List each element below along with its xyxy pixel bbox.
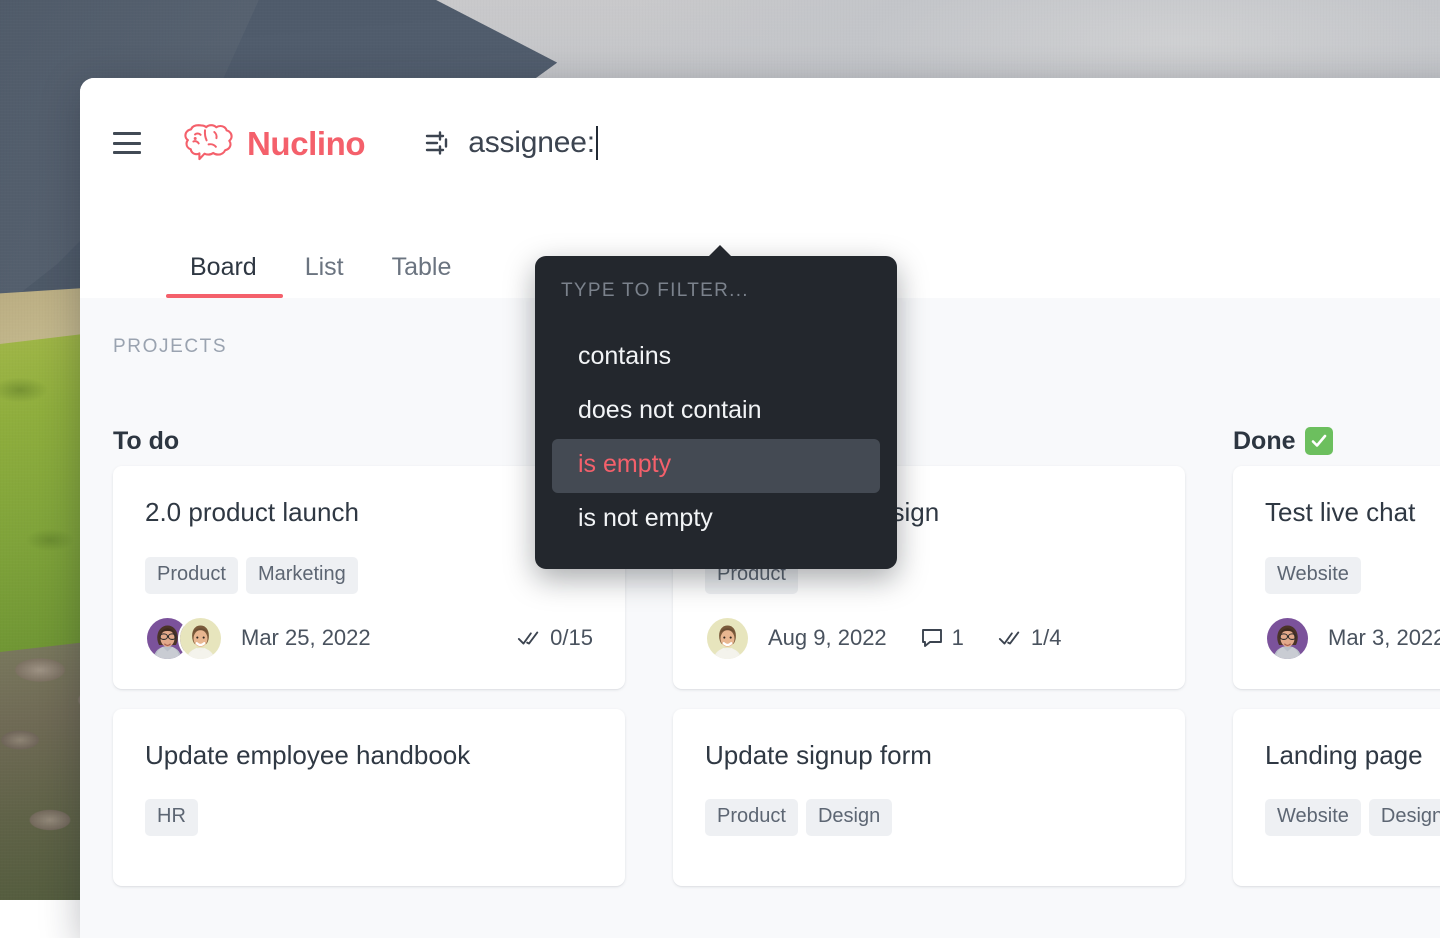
dropdown-item-does-not-contain[interactable]: does not contain (552, 385, 880, 439)
brand-logo[interactable]: Nuclino (183, 120, 366, 167)
dropdown-item-contains[interactable]: contains (552, 331, 880, 385)
filter-operator-dropdown: TYPE TO FILTER... contains does not cont… (535, 245, 897, 569)
comment-icon (921, 629, 942, 647)
card-comments: 1 (921, 625, 964, 651)
text-cursor (595, 126, 598, 160)
card-title: 2.0 product launch (145, 497, 359, 527)
card-tags: Product Design (705, 799, 1153, 836)
filter-sliders-icon[interactable] (423, 128, 453, 158)
section-label: PROJECTS (113, 336, 228, 357)
tag[interactable]: Product (705, 799, 798, 836)
card-meta: Aug 9, 2022 1 1/4 (705, 615, 1153, 661)
board-card[interactable]: Test live chat Website Mar 3, 2022 (1233, 466, 1440, 689)
column-title-text: Done (1233, 426, 1296, 455)
card-stats: 0/15 (483, 625, 593, 651)
double-check-icon (518, 631, 539, 645)
card-tasks: 0/15 (517, 625, 593, 651)
card-tags: Product Marketing (145, 556, 593, 594)
tab-list[interactable]: List (305, 253, 344, 298)
top-bar: Nuclino assignee: (80, 78, 1440, 208)
app-window: Nuclino assignee: Board List Table PROJE… (80, 78, 1440, 938)
tag[interactable]: HR (145, 799, 198, 836)
brand-name: Nuclino (247, 124, 366, 162)
dropdown-item-is-not-empty[interactable]: is not empty (552, 493, 880, 547)
dropdown-item-is-empty[interactable]: is empty (552, 439, 880, 493)
tag[interactable]: Website (1265, 799, 1361, 836)
card-date: Aug 9, 2022 (768, 625, 887, 650)
search-field[interactable]: assignee: (468, 126, 1440, 160)
check-mark-emoji (1304, 427, 1333, 455)
dropdown-hint-label: TYPE TO FILTER... (561, 280, 749, 301)
card-assignees (1265, 615, 1310, 661)
column-header: Done (1233, 416, 1440, 466)
tab-board[interactable]: Board (166, 253, 283, 298)
tag[interactable]: Design (805, 799, 893, 836)
card-comments-count: 1 (951, 625, 964, 650)
card-assignees (145, 615, 223, 661)
avatar-man-smiling[interactable] (178, 615, 223, 661)
card-tags: HR (145, 799, 593, 836)
tab-table[interactable]: Table (392, 253, 452, 298)
card-title: Update signup form (705, 739, 932, 770)
double-check-icon (998, 631, 1020, 645)
board-card[interactable]: Update employee handbook HR (113, 708, 625, 886)
card-tasks-count: 1/4 (1030, 625, 1062, 650)
avatar-man-smiling[interactable] (705, 615, 750, 661)
card-meta: Mar 3, 2022 (1265, 615, 1440, 661)
card-tasks-count: 0/15 (550, 625, 593, 650)
board-column-done: Done Test live chat Website Mar 3, 2022 … (1233, 416, 1440, 938)
card-title: Landing page (1265, 739, 1423, 770)
card-date: Mar 25, 2022 (241, 625, 371, 650)
brain-icon (183, 120, 235, 167)
board-card[interactable]: Landing page Website Design (1233, 708, 1440, 886)
hamburger-menu-icon[interactable] (113, 132, 141, 154)
tag[interactable]: Marketing (245, 556, 358, 594)
tag[interactable]: Design (1368, 799, 1440, 836)
tag[interactable]: Website (1265, 556, 1361, 594)
column-title: Done (1233, 427, 1333, 456)
card-assignees (705, 615, 750, 661)
tag[interactable]: Product (145, 556, 238, 594)
card-tags: Website Design (1265, 799, 1440, 836)
card-title: Test live chat (1265, 497, 1416, 527)
avatar-woman-glasses[interactable] (1265, 615, 1310, 661)
card-title: Update employee handbook (145, 739, 471, 770)
column-title: To do (113, 426, 180, 455)
search-input[interactable]: assignee: (468, 126, 595, 160)
board-card[interactable]: Update signup form Product Design (673, 708, 1185, 886)
card-tags: Website (1265, 556, 1440, 594)
card-tasks: 1/4 (998, 625, 1062, 651)
card-meta: Mar 25, 2022 0/15 (145, 615, 593, 661)
card-date: Mar 3, 2022 (1328, 625, 1440, 650)
